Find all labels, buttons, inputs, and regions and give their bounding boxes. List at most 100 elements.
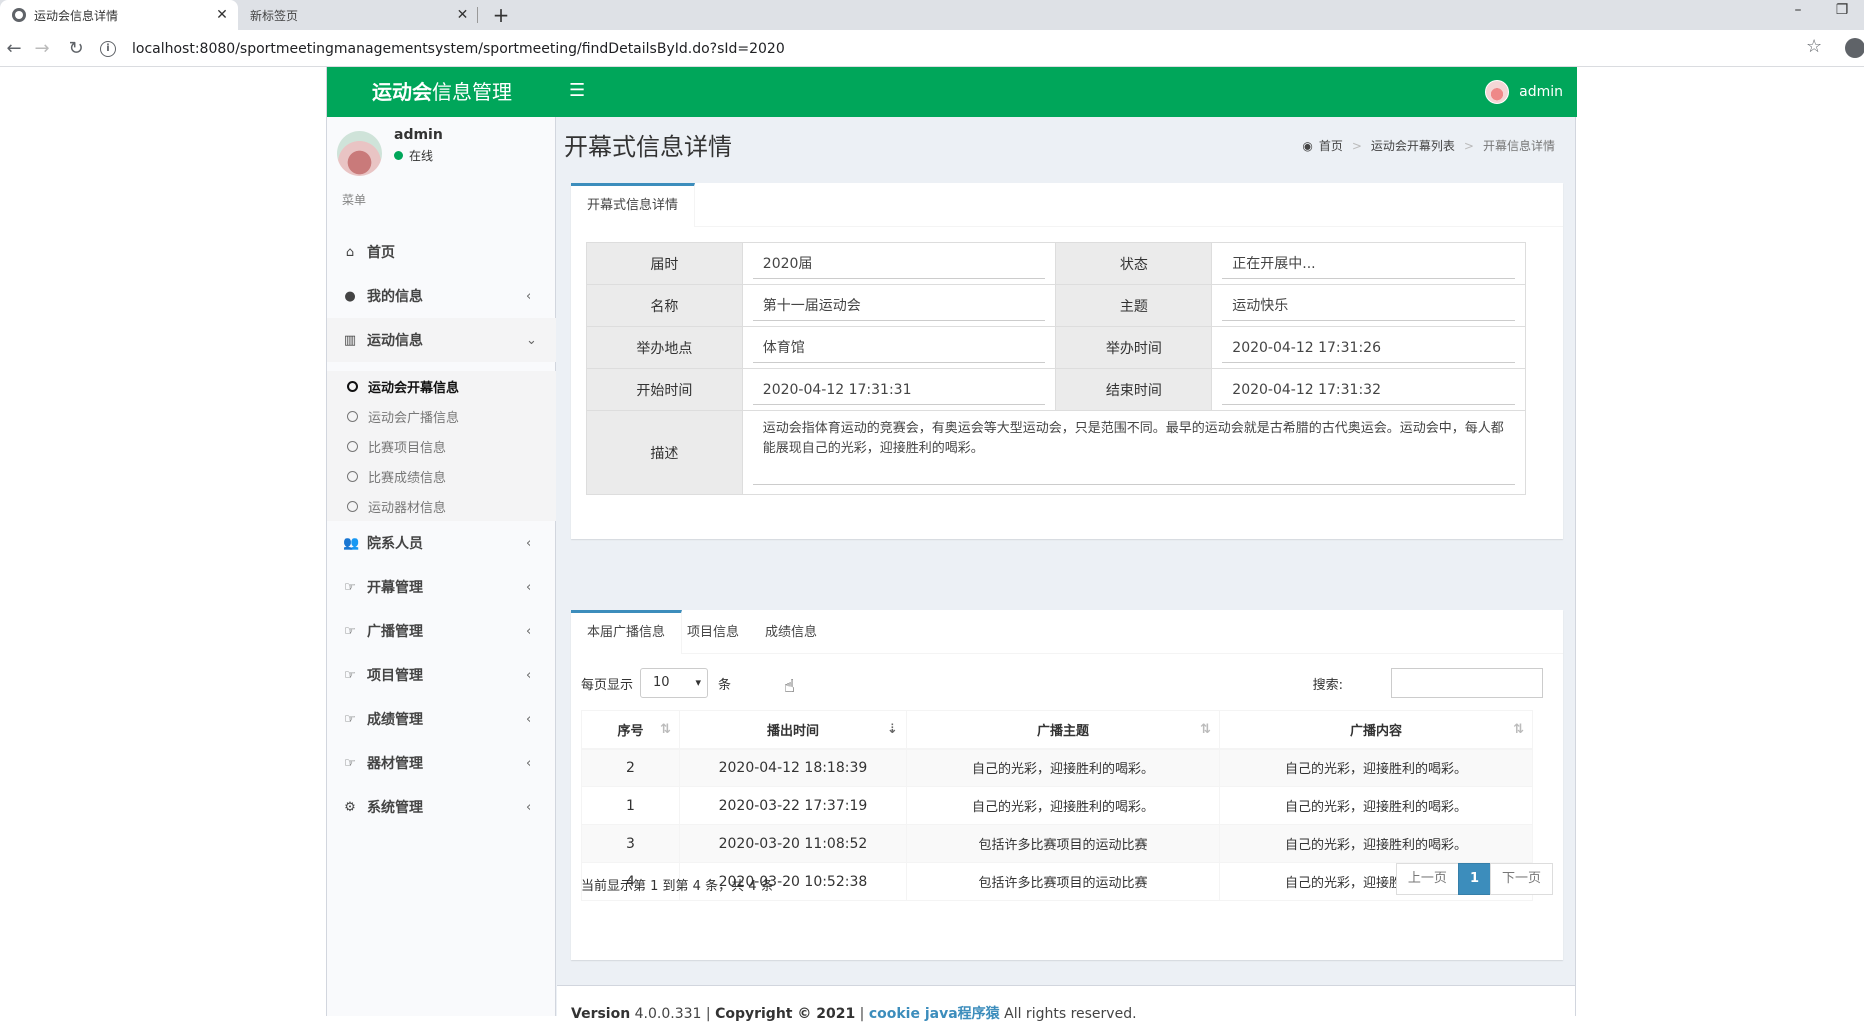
sidebar-item-score-mgmt[interactable]: ☞ 成绩管理 ‹ xyxy=(327,697,556,741)
user-name: admin xyxy=(394,127,443,143)
detail-value: 正在开展中... xyxy=(1222,249,1515,279)
sidebar-item-home[interactable]: ⌂ 首页 xyxy=(327,230,556,274)
column-header-label: 广播内容 xyxy=(1349,723,1402,739)
profile-icon[interactable] xyxy=(1845,38,1864,58)
submenu-item-scores[interactable]: 比赛成绩信息 xyxy=(327,461,556,491)
submenu-item-broadcast[interactable]: 运动会广播信息 xyxy=(327,401,556,431)
dashboard-icon: ◉ xyxy=(1302,138,1313,153)
detail-value-cell: 第十一届运动会 xyxy=(741,284,1057,327)
hand-point-icon: ☞ xyxy=(344,667,356,683)
cell-time: 2020-04-12 18:18:39 xyxy=(678,748,907,787)
column-header-content[interactable]: 广播内容 ⇅ xyxy=(1218,710,1534,750)
close-icon[interactable]: ✕ xyxy=(212,7,232,23)
detail-value-cell: 2020-04-12 17:31:32 xyxy=(1211,368,1526,411)
sidebar-item-label: 系统管理 xyxy=(367,800,423,816)
submenu-label: 运动器材信息 xyxy=(368,500,447,516)
url-field[interactable]: i localhost:8080/sportmeetingmanagements… xyxy=(100,34,1820,63)
info-icon[interactable]: i xyxy=(100,40,116,57)
detail-description: 运动会指体育运动的竞赛会，有奥运会等大型运动会，只是范围不同。最早的运动会就是古… xyxy=(752,419,1515,485)
submenu-label: 比赛项目信息 xyxy=(368,440,447,456)
cell-content: 自己的光彩，迎接胜利的喝彩。 xyxy=(1218,824,1534,863)
menu-header: 菜单 xyxy=(342,193,367,207)
sidebar-item-my-info[interactable]: ● 我的信息 ‹ xyxy=(327,274,556,318)
top-navbar: 运动会信息管理 ☰ admin xyxy=(327,67,1577,117)
cell-time: 2020-03-20 11:08:52 xyxy=(678,824,907,863)
sidebar-item-broadcast-mgmt[interactable]: ☞ 广播管理 ‹ xyxy=(327,609,556,653)
back-icon[interactable]: ← xyxy=(2,37,26,61)
detail-value-cell: 正在开展中... xyxy=(1211,242,1526,285)
column-header-time[interactable]: 播出时间 ⇣ xyxy=(678,710,907,750)
close-icon[interactable]: ✕ xyxy=(448,7,478,23)
detail-value-cell: 运动快乐 xyxy=(1211,284,1526,327)
sidebar-item-sports-info[interactable]: ▥ 运动信息 ⌄ xyxy=(327,318,556,362)
search-input[interactable] xyxy=(1391,668,1543,698)
user-icon: ● xyxy=(344,288,356,304)
sidebar-item-system-mgmt[interactable]: ⚙ 系统管理 ‹ xyxy=(327,785,556,829)
chevron-down-icon: ⌄ xyxy=(526,332,537,348)
table-info: 当前显示第 1 到第 4 条，共 4 条 xyxy=(581,879,774,894)
detail-description-cell: 运动会指体育运动的竞赛会，有奥运会等大型运动会，只是范围不同。最早的运动会就是古… xyxy=(741,410,1527,495)
detail-label: 结束时间 xyxy=(1055,368,1213,411)
detail-value-cell: 体育馆 xyxy=(741,326,1057,369)
new-tab-button[interactable]: + xyxy=(488,2,514,28)
sidebar-item-project-mgmt[interactable]: ☞ 项目管理 ‹ xyxy=(327,653,556,697)
tab-opening-detail[interactable]: 开幕式信息详情 xyxy=(571,183,696,227)
column-header-topic[interactable]: 广播主题 ⇅ xyxy=(905,710,1220,750)
browser-tab-active[interactable]: 运动会信息详情 ✕ xyxy=(0,0,238,30)
next-page-button[interactable]: 下一页 xyxy=(1489,863,1553,895)
column-header-label: 播出时间 xyxy=(766,723,819,739)
detail-row: 名称 第十一届运动会 主题 运动快乐 xyxy=(586,284,1526,327)
detail-label: 举办地点 xyxy=(586,326,743,369)
tab-scores[interactable]: 成绩信息 xyxy=(749,613,833,654)
tab-broadcast[interactable]: 本届广播信息 xyxy=(571,610,683,654)
sidebar-item-label: 院系人员 xyxy=(367,536,423,552)
column-header-label: 广播主题 xyxy=(1036,723,1089,739)
length-suffix: 条 xyxy=(718,678,732,693)
cell-id: 3 xyxy=(581,824,680,863)
circle-icon xyxy=(347,500,358,512)
records-tabs: 本届广播信息 项目信息 成绩信息 xyxy=(571,610,1563,654)
submenu-item-events[interactable]: 比赛项目信息 xyxy=(327,431,556,461)
cell-id: 2 xyxy=(581,748,680,787)
cell-time: 2020-03-22 17:37:19 xyxy=(678,786,907,825)
sidebar-item-label: 我的信息 xyxy=(367,289,423,305)
submenu-item-opening[interactable]: 运动会开幕信息 xyxy=(327,371,556,401)
sidebar-item-staff[interactable]: 👥 院系人员 ‹ xyxy=(327,521,556,565)
sidebar-item-opening-mgmt[interactable]: ☞ 开幕管理 ‹ xyxy=(327,565,556,609)
browser-tab-newtab[interactable]: 新标签页 ✕ xyxy=(240,0,478,30)
detail-label: 描述 xyxy=(586,410,743,495)
tab-projects[interactable]: 项目信息 xyxy=(671,613,755,654)
logo[interactable]: 运动会信息管理 xyxy=(327,67,557,117)
detail-value-cell: 2020-04-12 17:31:26 xyxy=(1211,326,1526,369)
star-icon[interactable]: ☆ xyxy=(1806,36,1822,57)
sort-icon: ⇅ xyxy=(1200,722,1211,737)
reload-icon[interactable]: ↻ xyxy=(64,37,88,61)
sort-icon: ⇅ xyxy=(1513,722,1524,737)
footer-link[interactable]: cookie java程序猿 xyxy=(869,1006,1000,1022)
restore-button[interactable]: ❐ xyxy=(1822,0,1862,24)
circle-icon xyxy=(347,410,358,422)
hamburger-icon[interactable]: ☰ xyxy=(569,80,585,101)
nav-user-menu[interactable]: admin xyxy=(1485,79,1563,105)
sidebar-item-equipment-mgmt[interactable]: ☞ 器材管理 ‹ xyxy=(327,741,556,785)
footer: Version 4.0.0.331 | Copyright © 2021 | c… xyxy=(557,985,1575,1035)
submenu-label: 运动会广播信息 xyxy=(368,410,460,426)
logo-bold: 运动会 xyxy=(372,80,432,104)
table-header-row: 序号 ⇅ 播出时间 ⇣ 广播主题 ⇅ 广播内容 ⇅ xyxy=(581,710,1534,750)
detail-label: 主题 xyxy=(1055,284,1213,327)
detail-box: 开幕式信息详情 届时 2020届 状态 正在开展中... 名称 第十一届运动会 … xyxy=(571,183,1563,539)
cell-topic: 自己的光彩，迎接胜利的喝彩。 xyxy=(905,786,1220,825)
breadcrumb-current: 开幕信息详情 xyxy=(1482,139,1555,153)
forward-icon[interactable]: → xyxy=(30,37,54,61)
column-header-id[interactable]: 序号 ⇅ xyxy=(581,710,680,750)
page-button-1[interactable]: 1 xyxy=(1457,863,1491,895)
page-length-select[interactable]: 10 ▾ xyxy=(640,668,708,698)
sidebar: admin 在线 菜单 ⌂ 首页 ● 我的信息 ‹ ▥ 运动信息 ⌄ 运动会开幕… xyxy=(327,117,556,1016)
minimize-button[interactable]: – xyxy=(1778,0,1818,24)
broadcast-table: 序号 ⇅ 播出时间 ⇣ 广播主题 ⇅ 广播内容 ⇅ 2 2020-04-12 18:18… xyxy=(581,710,1534,901)
submenu-item-equipment[interactable]: 运动器材信息 xyxy=(327,491,556,521)
prev-page-button[interactable]: 上一页 xyxy=(1395,863,1459,895)
user-status: 在线 xyxy=(394,147,433,164)
breadcrumb-home[interactable]: 首页 xyxy=(1319,137,1343,154)
breadcrumb-list[interactable]: 运动会开幕列表 xyxy=(1371,137,1455,154)
